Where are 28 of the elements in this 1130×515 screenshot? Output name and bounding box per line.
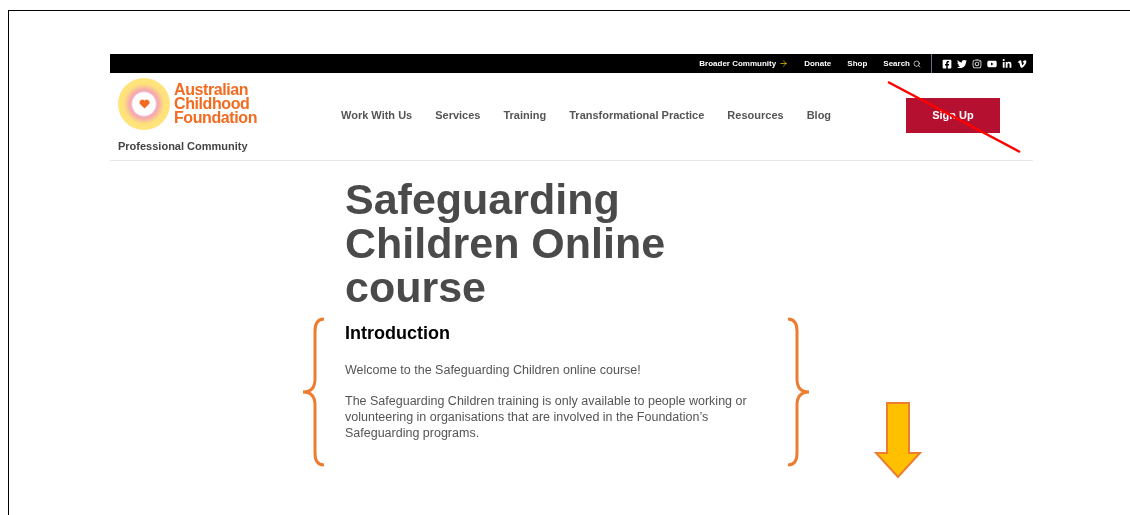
top-bar-link[interactable]: Donate: [796, 57, 840, 70]
body-paragraph: The Safeguarding Children training is only available to people working or volunteering in organisations that are involved in the Foundation’s Safeguarding programs.: [345, 392, 748, 441]
nav-link[interactable]: Blog: [806, 106, 832, 124]
nav-link[interactable]: Resources: [727, 106, 784, 124]
heart-icon: [138, 99, 150, 110]
down-arrow-icon: [874, 401, 922, 479]
logo-wordmark: Australian Childhood Foundation: [174, 83, 258, 126]
section-heading: Introduction: [345, 321, 451, 345]
nav-link[interactable]: Training: [503, 106, 547, 124]
logo-subtitle: Professional Community: [118, 139, 249, 155]
top-bar-link[interactable]: Broader Community: [691, 57, 797, 70]
nav-link[interactable]: Services: [435, 106, 481, 124]
search-icon: [913, 59, 921, 68]
page-title: Safeguarding Children Online course: [345, 177, 667, 309]
curly-brace-icon: [785, 317, 811, 467]
top-bar-link[interactable]: Search: [875, 57, 929, 70]
body-paragraph: Welcome to the Safeguarding Children online course!: [345, 361, 642, 378]
youtube-icon[interactable]: [987, 58, 997, 69]
twitter-icon[interactable]: [957, 58, 967, 69]
nav-link[interactable]: Work With Us: [341, 106, 413, 124]
curly-brace-icon: [301, 317, 327, 467]
vimeo-icon[interactable]: [1017, 58, 1027, 69]
top-bar-link[interactable]: Shop: [839, 57, 876, 70]
linkedin-icon[interactable]: [1002, 58, 1012, 69]
arrow-icon: [779, 59, 789, 68]
nav-link[interactable]: Transformational Practice: [569, 106, 705, 124]
facebook-icon[interactable]: [942, 58, 952, 69]
instagram-icon[interactable]: [972, 58, 982, 69]
